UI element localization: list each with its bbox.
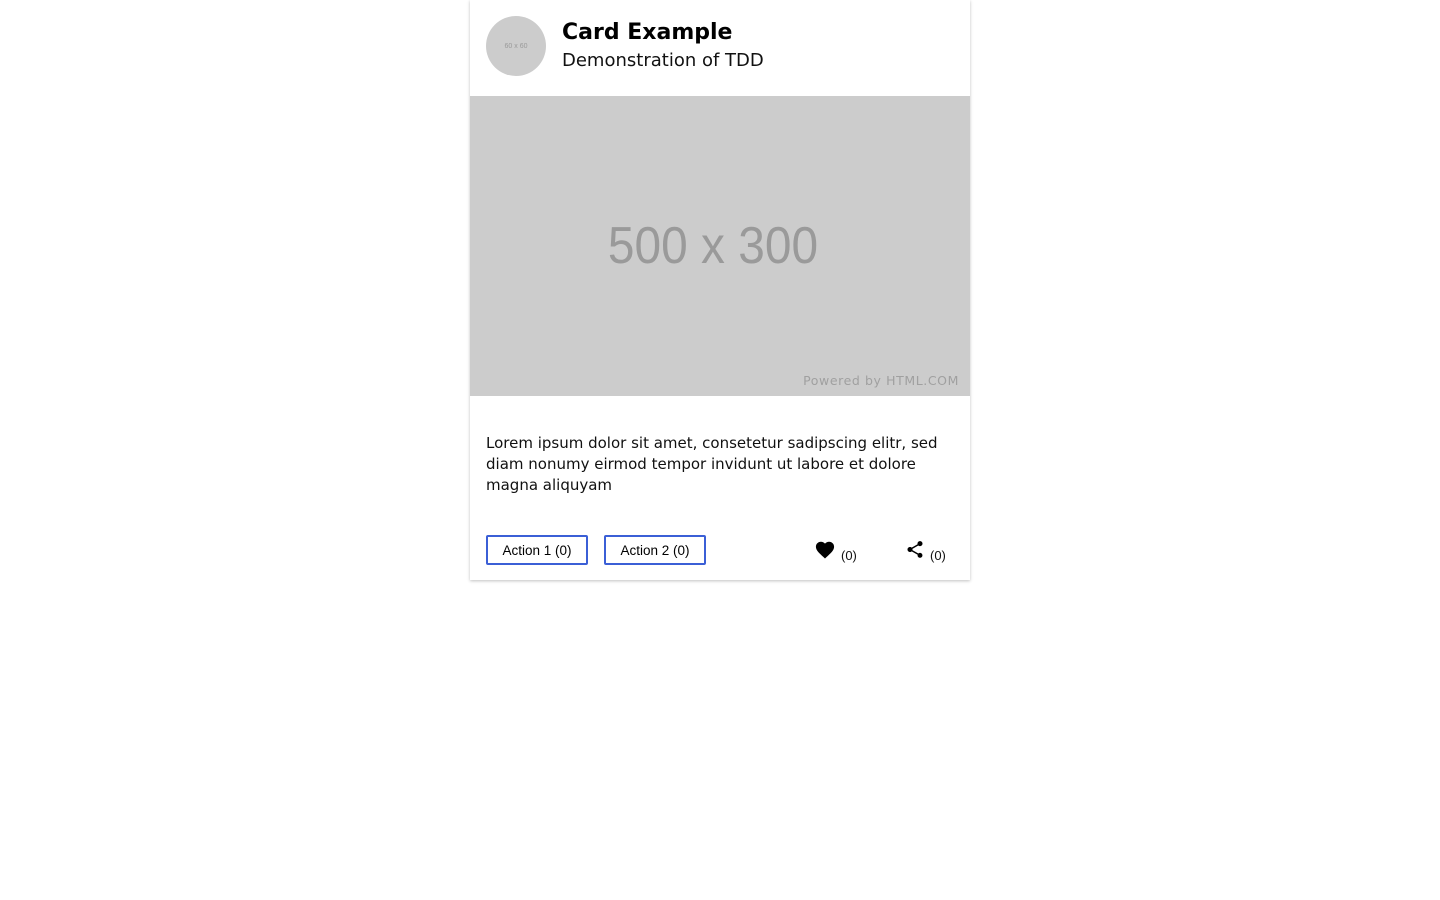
media-placeholder-label: 500 x 300 [607,217,819,275]
like-button[interactable]: (0) [814,536,857,566]
card-title: Card Example [562,20,733,45]
avatar-placeholder-label: 60 x 60 [504,42,528,50]
card: 60 x 60 Card Example Demonstration of TD… [470,0,970,580]
share-count: (0) [930,548,946,563]
card-header: 60 x 60 Card Example Demonstration of TD… [470,0,970,96]
card-subtitle: Demonstration of TDD [562,50,764,71]
like-count: (0) [841,548,857,563]
card-media-image: 500 x 300 Powered by HTML.COM [470,96,970,396]
avatar: 60 x 60 [486,16,546,76]
action-1-button[interactable]: Action 1 (0) [486,535,588,565]
card-content-text: Lorem ipsum dolor sit amet, consetetur s… [486,434,938,494]
media-powered-by: Powered by HTML.COM [803,373,959,388]
action-2-button[interactable]: Action 2 (0) [604,535,706,565]
share-icon [905,536,925,560]
heart-icon [814,536,836,559]
share-button[interactable]: (0) [905,536,946,566]
